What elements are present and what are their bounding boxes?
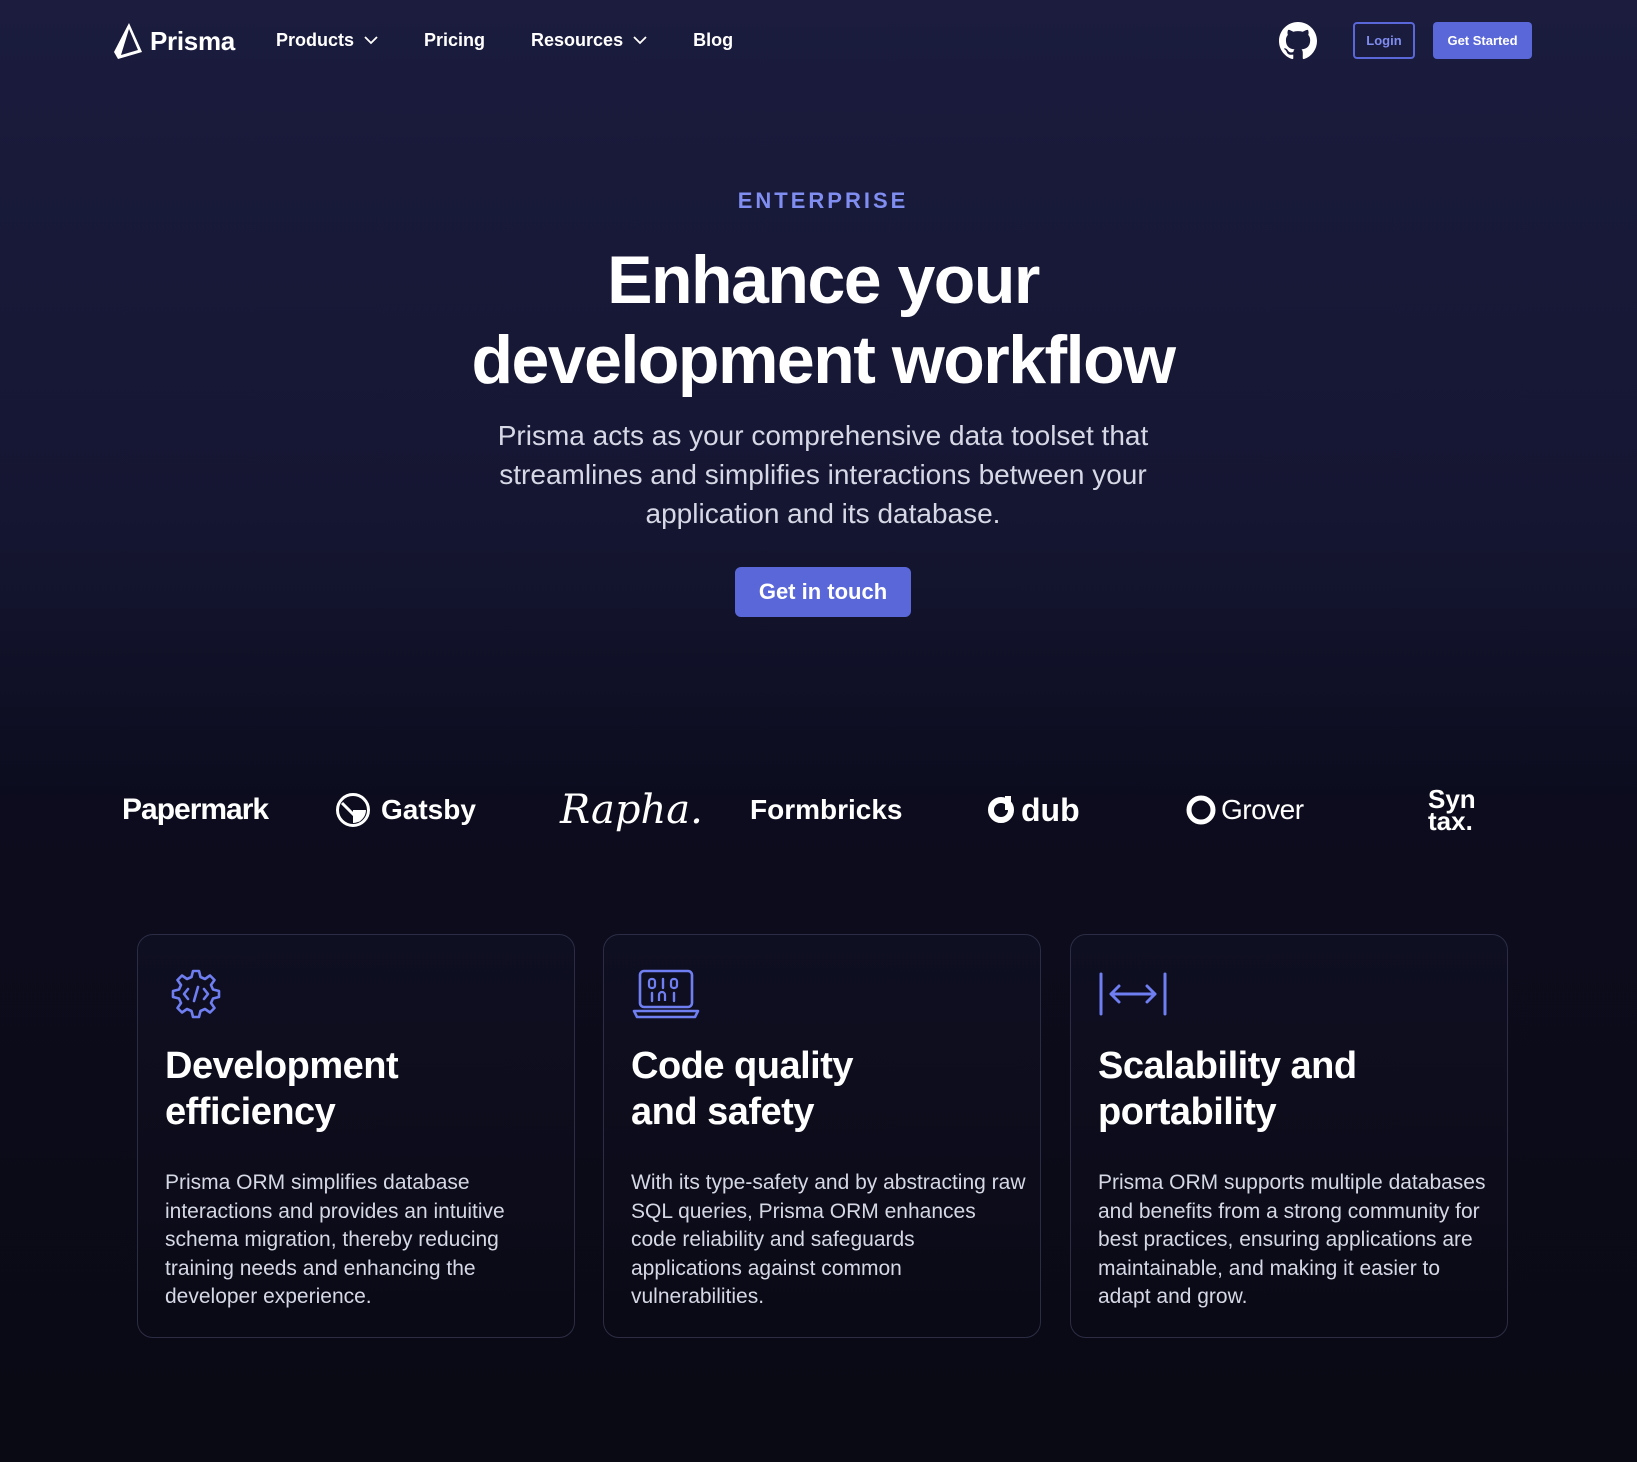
logo-rapha: Rapha. bbox=[560, 787, 703, 833]
github-link[interactable] bbox=[1279, 22, 1317, 60]
nav-pricing[interactable]: Pricing bbox=[424, 30, 485, 51]
card-title-line2: efficiency bbox=[165, 1091, 336, 1133]
nav-blog-label: Blog bbox=[693, 30, 734, 50]
card-title-line1: Scalability and bbox=[1098, 1045, 1357, 1087]
card-title-line2: and safety bbox=[631, 1091, 814, 1133]
prisma-logo-icon bbox=[114, 23, 142, 59]
chevron-down-icon bbox=[633, 36, 647, 45]
customer-logos: Papermark Gatsby Rapha. Formbricks dub G… bbox=[0, 780, 1637, 840]
logo-grover-text: Grover bbox=[1221, 794, 1304, 825]
logo-formbricks: Formbricks bbox=[750, 794, 903, 825]
chevron-down-icon bbox=[364, 36, 378, 45]
card-title: Development efficiency bbox=[165, 1043, 545, 1135]
grover-icon bbox=[1186, 795, 1216, 825]
top-nav: Prisma Products Pricing Resources Blog L bbox=[0, 0, 1637, 86]
card-text: With its type-safety and by abstracting … bbox=[631, 1171, 1026, 1309]
github-icon bbox=[1279, 22, 1317, 60]
logo-gatsby-text: Gatsby bbox=[381, 794, 476, 825]
gear-code-icon bbox=[171, 969, 221, 1019]
hero-title-line2: development workflow bbox=[471, 322, 1177, 398]
logo-gatsby: Gatsby bbox=[335, 780, 476, 840]
nav-pricing-label: Pricing bbox=[424, 30, 486, 50]
card-title-line2: portability bbox=[1098, 1091, 1277, 1133]
hero-subtitle: Prisma acts as your comprehensive data t… bbox=[497, 420, 1149, 529]
login-button[interactable]: Login bbox=[1353, 22, 1415, 59]
feature-card-code-quality: Code quality and safety With its type-sa… bbox=[603, 934, 1041, 1338]
card-text: Prisma ORM supports multiple databases a… bbox=[1098, 1171, 1486, 1309]
nav-links: Products Pricing Resources Blog bbox=[276, 30, 779, 51]
get-in-touch-button[interactable]: Get in touch bbox=[735, 567, 911, 617]
card-title-line1: Development bbox=[165, 1045, 399, 1087]
nav-products[interactable]: Products bbox=[276, 30, 378, 51]
hero-title: Enhance your development workflow bbox=[0, 240, 1637, 400]
nav-resources-label: Resources bbox=[531, 30, 624, 50]
nav-products-label: Products bbox=[276, 30, 355, 50]
logo-syntax: Syn tax. bbox=[1428, 780, 1476, 840]
card-title: Code quality and safety bbox=[631, 1043, 1011, 1135]
hero-title-line1: Enhance your bbox=[607, 242, 1040, 318]
logo-syntax-line2: tax. bbox=[1428, 806, 1473, 836]
logo-dub: dub bbox=[987, 780, 1080, 840]
nav-blog[interactable]: Blog bbox=[693, 30, 733, 51]
hero-eyebrow: ENTERPRISE bbox=[737, 188, 909, 213]
card-title-line1: Code quality bbox=[631, 1045, 854, 1087]
gatsby-icon bbox=[336, 793, 370, 827]
logo-text: Prisma bbox=[150, 25, 235, 56]
logo-grover: Grover bbox=[1185, 780, 1304, 840]
dub-icon bbox=[988, 796, 1014, 823]
nav-resources[interactable]: Resources bbox=[531, 30, 647, 51]
horizontal-expand-icon bbox=[1099, 972, 1167, 1016]
page: Prisma Products Pricing Resources Blog L bbox=[0, 0, 1637, 1462]
feature-card-development-efficiency: Development efficiency Prisma ORM simpli… bbox=[137, 934, 575, 1338]
logo-papermark: Papermark bbox=[122, 793, 269, 826]
card-title: Scalability and portability bbox=[1098, 1043, 1478, 1135]
prisma-logo[interactable]: Prisma bbox=[112, 22, 235, 60]
laptop-binary-icon bbox=[632, 969, 700, 1019]
logo-dub-text: dub bbox=[1021, 791, 1080, 828]
card-text: Prisma ORM simplifies database interacti… bbox=[165, 1171, 505, 1309]
feature-card-scalability: Scalability and portability Prisma ORM s… bbox=[1070, 934, 1508, 1338]
get-started-button[interactable]: Get Started bbox=[1433, 22, 1532, 59]
